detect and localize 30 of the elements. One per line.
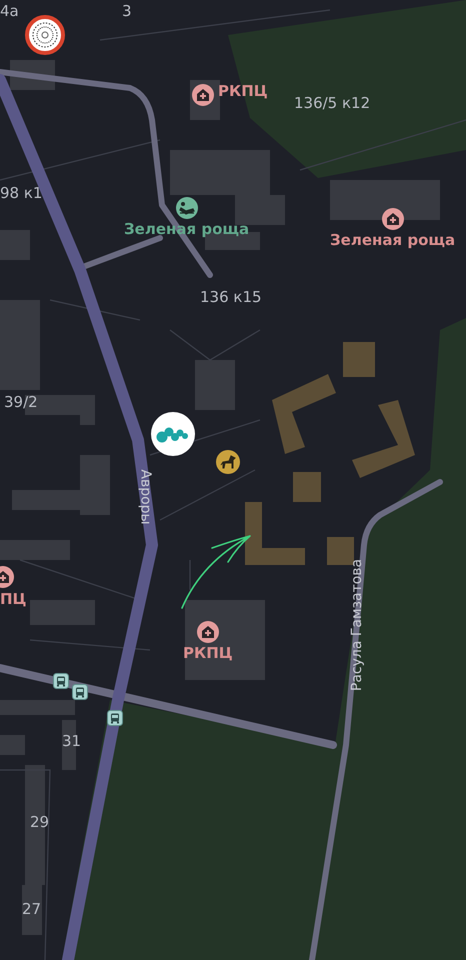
bus-stop-icon[interactable] xyxy=(72,684,88,700)
dots-logo-icon[interactable] xyxy=(151,412,195,456)
horse-icon[interactable] xyxy=(216,450,240,474)
house-number: 29 xyxy=(30,815,50,830)
building xyxy=(343,342,375,377)
house-number: 3 xyxy=(122,4,132,19)
house-number: 136 к15 xyxy=(200,290,262,305)
place-label: РКПЦ xyxy=(183,646,233,661)
building xyxy=(0,540,70,560)
house-number: 136/5 к12 xyxy=(294,96,370,111)
house-number: 31 xyxy=(62,734,82,749)
person-reclining-icon[interactable] xyxy=(176,197,198,219)
street-name: Авроры xyxy=(138,469,152,525)
house-number: 27 xyxy=(22,902,42,917)
house-number: 4a xyxy=(0,4,19,19)
house-number: 98 к1 xyxy=(0,186,42,201)
building xyxy=(0,735,25,755)
place-label: ПЦ xyxy=(0,592,26,607)
building xyxy=(195,360,235,410)
clinic-icon[interactable] xyxy=(192,84,214,106)
building xyxy=(0,230,30,260)
building xyxy=(30,600,95,625)
house-number: 39/2 xyxy=(4,395,38,410)
street-name: Расула Гамзатова xyxy=(350,558,364,692)
clinic-icon[interactable] xyxy=(382,208,404,230)
clinic-icon[interactable] xyxy=(197,621,219,643)
place-label: РКПЦ xyxy=(218,84,268,99)
bus-stop-icon[interactable] xyxy=(107,710,123,726)
place-label: Зеленая роща xyxy=(330,233,456,248)
bus-stop-icon[interactable] xyxy=(53,673,69,689)
